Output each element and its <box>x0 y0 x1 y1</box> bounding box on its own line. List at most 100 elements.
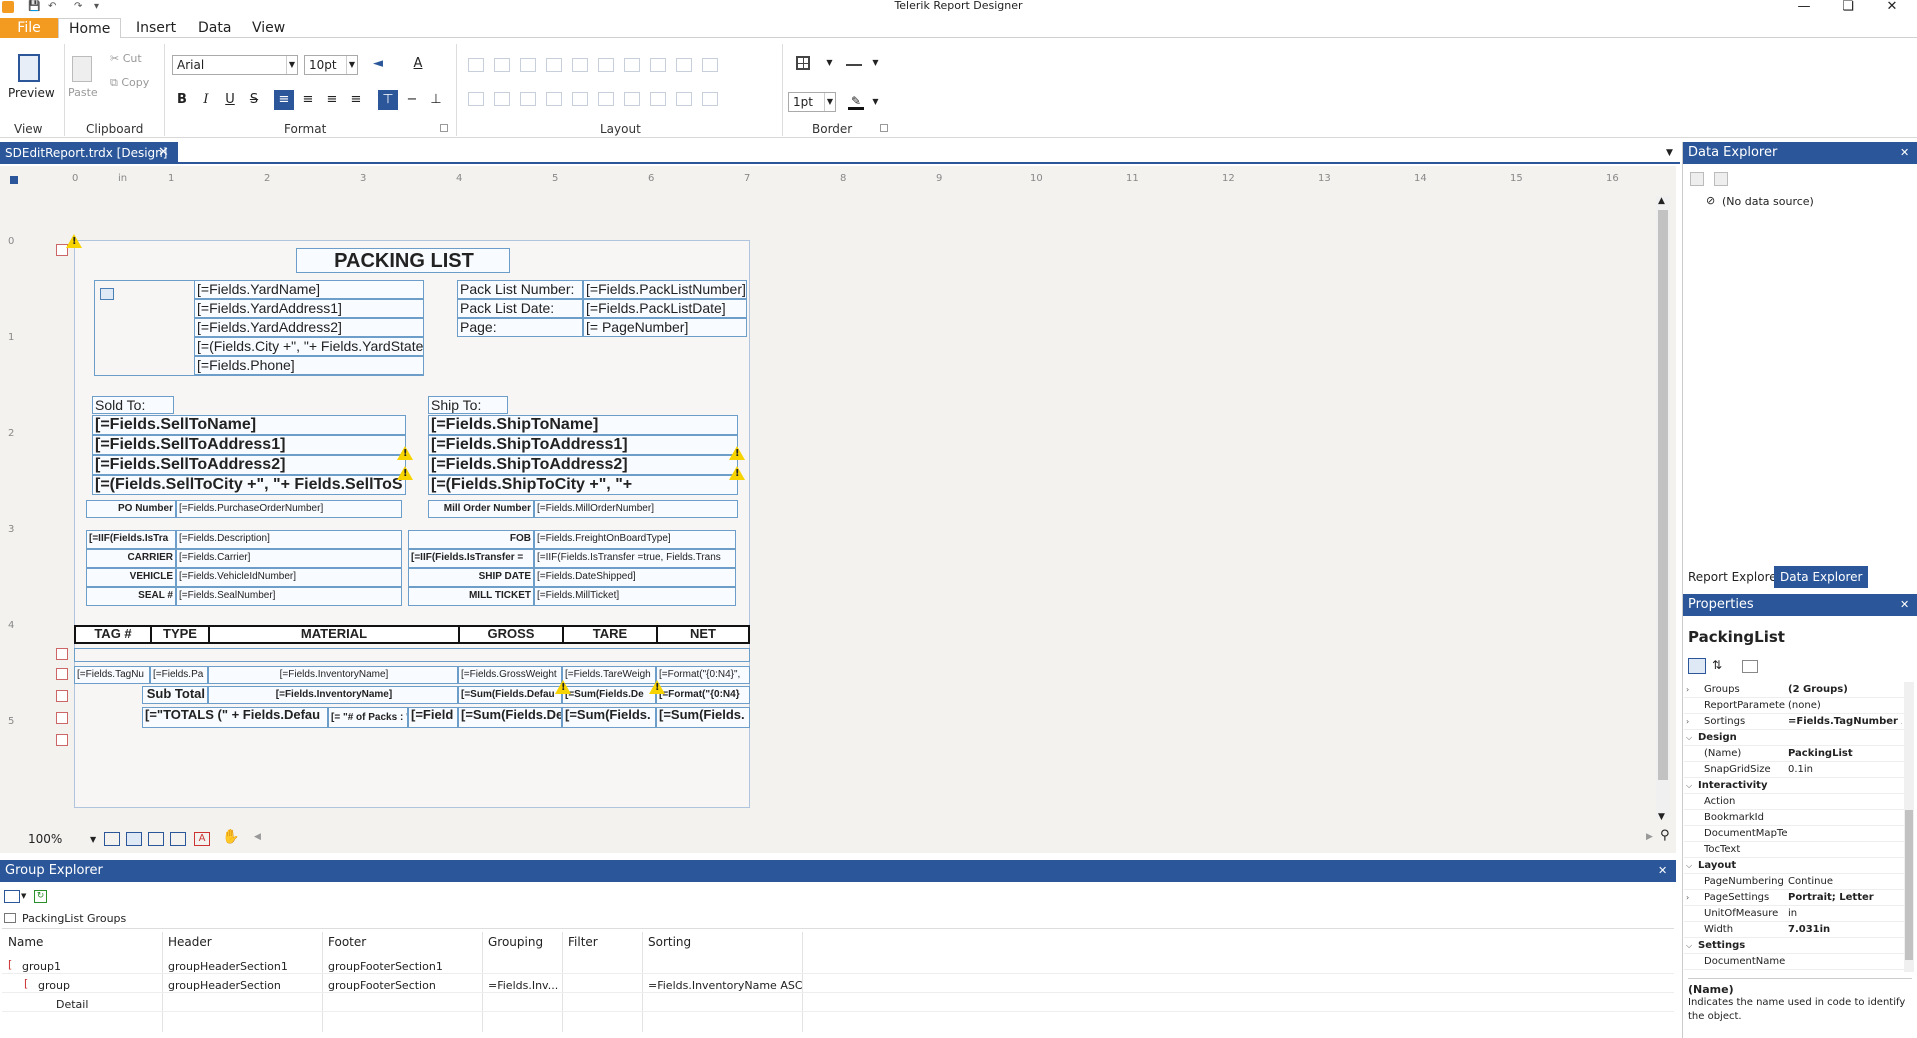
v-spacing-increase-icon[interactable] <box>598 92 614 106</box>
column-filter[interactable]: Filter <box>568 935 598 949</box>
minimize-button[interactable]: — <box>1782 0 1826 14</box>
border-style-icon[interactable] <box>846 64 862 66</box>
collapse-icon[interactable]: ⌵ <box>1686 858 1692 874</box>
subtotal-material[interactable]: [=Fields.InventoryName] <box>208 686 458 704</box>
cut-button[interactable]: ✂ Cut <box>110 52 142 65</box>
detail-tare[interactable]: [=Fields.TareWeigh <box>562 666 656 684</box>
yard-address2[interactable]: [=Fields.YardAddress2] <box>194 318 424 337</box>
align-left-button[interactable]: ≡ <box>274 90 294 110</box>
align-tops-icon[interactable] <box>572 58 588 72</box>
property-value[interactable]: Portrait; Letter <box>1788 890 1902 906</box>
snap-to-grid-icon[interactable] <box>126 832 142 846</box>
refresh-group-icon[interactable]: ↻ <box>34 890 47 903</box>
ship-to-city[interactable]: [=(Fields.ShipToCity +", "+ <box>428 475 738 495</box>
property-row[interactable]: BookmarkId <box>1684 810 1904 826</box>
group-footer-section-icon[interactable] <box>56 690 68 702</box>
property-row[interactable]: Width 7.031in <box>1684 922 1904 938</box>
document-tab[interactable]: SDEditReport.trdx [Design] <box>0 142 178 164</box>
tab-home[interactable]: Home <box>58 18 122 40</box>
column-footer[interactable]: Footer <box>328 935 366 949</box>
h-spacing-increase-icon[interactable] <box>494 92 510 106</box>
sold-to-label[interactable]: Sold To: <box>92 396 174 414</box>
packlist-date-value[interactable]: [=Fields.PackListDate] <box>583 299 747 318</box>
property-row[interactable]: PageNumbering Continue <box>1684 874 1904 890</box>
mill-order-value[interactable]: [=Fields.MillOrderNumber] <box>534 500 738 518</box>
hand-tool-icon[interactable]: ✋ <box>222 829 239 845</box>
chevron-down-icon[interactable]: ▼ <box>90 835 96 844</box>
property-row[interactable]: SnapGridSize 0.1in <box>1684 762 1904 778</box>
property-row[interactable]: UnitOfMeasure in <box>1684 906 1904 922</box>
property-row[interactable]: › Sortings =Fields.TagNumber A <box>1684 714 1904 730</box>
property-row[interactable]: ReportParamete (none) <box>1684 698 1904 714</box>
group-menu-icon[interactable] <box>4 890 20 903</box>
column-name[interactable]: Name <box>8 935 43 949</box>
detail-tag[interactable]: [=Fields.TagNu <box>74 666 150 684</box>
refresh-icon[interactable] <box>1714 172 1728 186</box>
subtotal-tare[interactable]: [=Sum(Fields.De <box>562 686 656 704</box>
property-row[interactable]: › PageSettings Portrait; Letter <box>1684 890 1904 906</box>
collapse-icon[interactable]: ⌵ <box>1686 730 1692 746</box>
sell-to-address1[interactable]: [=Fields.SellToAddress1] <box>92 435 406 455</box>
totals-gross[interactable]: [=Sum(Fields.De <box>458 707 562 728</box>
ship-to-name[interactable]: [=Fields.ShipToName] <box>428 415 738 435</box>
chevron-down-icon[interactable]: ▼ <box>286 56 297 74</box>
chevron-down-icon[interactable]: ▼ <box>21 892 26 900</box>
chevron-down-icon[interactable]: ▼ <box>870 54 881 72</box>
send-to-back-icon[interactable] <box>702 92 718 106</box>
carrier-value[interactable]: [=Fields.Carrier] <box>176 549 402 568</box>
tab-list-icon[interactable]: ▼ <box>1666 148 1673 158</box>
page-footer-section-icon[interactable] <box>56 734 68 746</box>
chevron-down-icon[interactable]: ▼ <box>870 93 881 111</box>
transfer-right-value[interactable]: [=IIF(Fields.IsTransfer =true, Fields.Tr… <box>534 549 736 568</box>
chevron-down-icon[interactable]: ▼ <box>346 56 357 74</box>
column-header-gross[interactable]: GROSS <box>458 625 564 644</box>
collapse-icon[interactable]: ⌵ <box>1686 778 1692 794</box>
preview-button[interactable]: Preview <box>8 86 55 100</box>
subtotal-label[interactable]: Sub Total <box>142 686 208 704</box>
copy-button[interactable]: ⧉ Copy <box>110 76 149 90</box>
align-bottom-button[interactable]: ⊥ <box>426 90 446 110</box>
packlist-date-label[interactable]: Pack List Date: <box>457 299 583 318</box>
ship-to-label[interactable]: Ship To: <box>428 396 508 414</box>
align-centers-icon[interactable] <box>494 58 510 72</box>
property-row[interactable]: DocumentName <box>1684 954 1904 970</box>
group-header-section-icon[interactable] <box>56 648 68 660</box>
collapse-icon[interactable]: ⌵ <box>1686 938 1692 954</box>
carrier-label[interactable]: CARRIER <box>86 549 176 568</box>
property-row[interactable]: ⌵ Interactivity <box>1684 778 1904 794</box>
v-spacing-remove-icon[interactable] <box>650 92 666 106</box>
chevron-down-icon[interactable]: ▼ <box>824 54 835 72</box>
column-header[interactable]: Header <box>168 935 212 949</box>
page-number-value[interactable]: [= PageNumber] <box>583 318 747 337</box>
packlist-number-label[interactable]: Pack List Number: <box>457 280 583 299</box>
scroll-left-icon[interactable]: ◀ <box>254 832 261 842</box>
mill-order-label[interactable]: Mill Order Number <box>428 500 534 518</box>
close-button[interactable]: ✕ <box>1870 0 1914 14</box>
h-spacing-decrease-icon[interactable] <box>520 92 536 106</box>
property-grid[interactable]: › Groups (2 Groups) ReportParamete (none) › So… <box>1684 682 1904 970</box>
totals-tare[interactable]: [=Sum(Fields. <box>562 707 656 728</box>
same-size-icon[interactable] <box>702 58 718 72</box>
column-header-tare[interactable]: TARE <box>562 625 658 644</box>
property-value[interactable]: 7.031in <box>1788 922 1902 938</box>
property-value[interactable]: PackingList <box>1788 746 1902 762</box>
property-row[interactable]: Action <box>1684 794 1904 810</box>
page-label[interactable]: Page: <box>457 318 583 337</box>
text-icon[interactable]: A <box>194 832 210 846</box>
property-row[interactable]: ⌵ Layout <box>1684 858 1904 874</box>
totals-field[interactable]: [=Field <box>408 707 458 728</box>
v-spacing-decrease-icon[interactable] <box>624 92 640 106</box>
totals-net[interactable]: [=Sum(Fields. <box>656 707 750 728</box>
property-value[interactable]: (2 Groups) <box>1788 682 1902 698</box>
paste-button[interactable]: Paste <box>68 86 98 99</box>
group-header-band[interactable] <box>74 648 750 662</box>
property-pages-icon[interactable] <box>1742 660 1758 673</box>
align-top-button[interactable]: ⊤ <box>378 90 398 110</box>
sell-to-city[interactable]: [=(Fields.SellToCity +", "+ Fields.SellT… <box>92 475 406 495</box>
detail-section-icon[interactable] <box>56 668 68 680</box>
categorized-icon[interactable] <box>1688 658 1706 674</box>
italic-button[interactable]: I <box>196 90 216 110</box>
seal-value[interactable]: [=Fields.SealNumber] <box>176 587 402 606</box>
align-middles-icon[interactable] <box>598 58 614 72</box>
group-footer-totals-section-icon[interactable] <box>56 712 68 724</box>
